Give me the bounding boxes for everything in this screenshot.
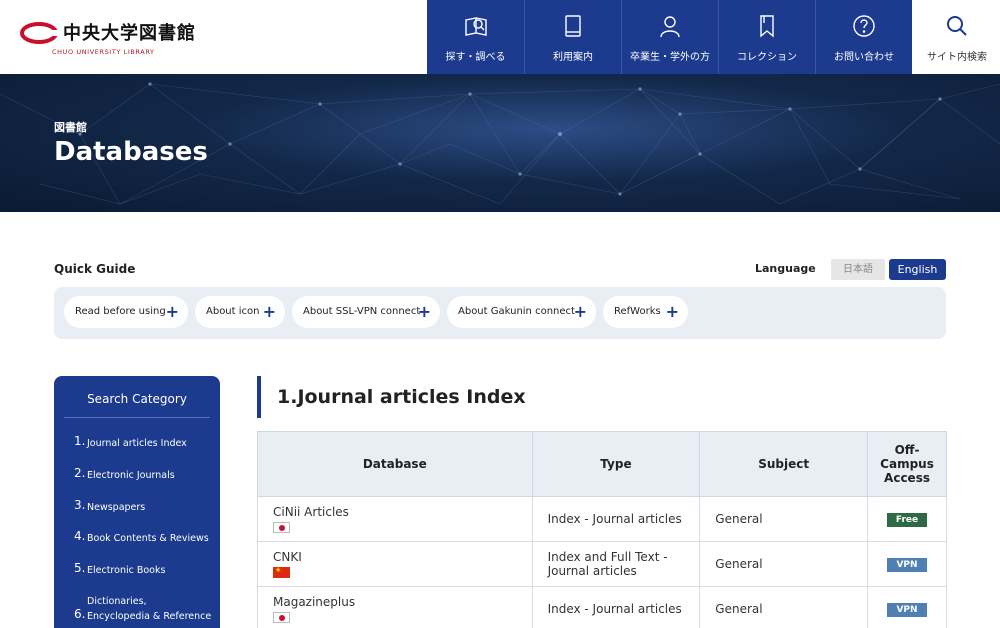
library-logo[interactable]: 中央大学図書館 CHUO UNIVERSITY LIBRARY	[20, 17, 220, 57]
logo-mark-icon	[20, 22, 58, 44]
quick-guide-gakunin[interactable]: About Gakunin connect +	[447, 296, 596, 328]
nav-user-guide[interactable]: 利用案内	[524, 0, 621, 74]
database-link[interactable]: CNKI	[273, 550, 302, 564]
quick-guide-ssl-vpn[interactable]: About SSL-VPN connect +	[292, 296, 440, 328]
plus-icon: +	[573, 302, 587, 321]
book-icon	[565, 15, 581, 37]
table-row: Magazineplus Index - Journal articles Ge…	[257, 586, 947, 628]
access-cell: VPN	[867, 586, 947, 628]
section-accent-bar	[257, 376, 261, 418]
database-cell: Magazineplus	[257, 586, 533, 628]
type-cell: Index and Full Text - Journal articles	[531, 541, 701, 587]
table-header-row: Database Type Subject Off-Campus Access	[257, 431, 947, 497]
breadcrumb-parent: 図書館	[54, 121, 87, 134]
question-icon	[853, 15, 875, 37]
sidebar-item-label: Dictionaries, Encyclopedia & Reference	[87, 596, 212, 622]
column-header-database: Database	[257, 431, 533, 497]
sidebar-item-number: 6.	[74, 607, 86, 621]
subject-cell: General	[699, 496, 869, 542]
sidebar-item-label: Book Contents & Reviews	[87, 533, 209, 544]
sidebar-item-number: 3.	[74, 498, 86, 512]
quick-guide-about-icon[interactable]: About icon +	[195, 296, 285, 328]
search-book-icon	[464, 17, 487, 36]
subject-cell: General	[699, 541, 869, 587]
nav-alumni-visitors[interactable]: 卒業生・学外の方	[621, 0, 718, 74]
japan-flag-icon	[273, 522, 290, 533]
sidebar-divider	[64, 417, 210, 418]
database-link[interactable]: Magazineplus	[273, 595, 355, 609]
type-cell: Index - Journal articles	[531, 586, 701, 628]
nav-label: 卒業生・学外の方	[630, 52, 710, 63]
nav-search-research[interactable]: 探す・調べる	[427, 0, 524, 74]
database-table: Database Type Subject Off-Campus Access …	[257, 431, 947, 628]
access-badge: VPN	[887, 603, 928, 617]
type-cell: Index - Journal articles	[531, 496, 701, 542]
site-search-button[interactable]: サイト内検索	[914, 0, 1000, 74]
language-english-button[interactable]: English	[889, 259, 946, 280]
plus-icon: +	[262, 302, 276, 321]
quick-guide-panel: Read before using + About icon + About SSL…	[54, 287, 946, 339]
column-header-type: Type	[531, 431, 701, 497]
pill-label: About Gakunin connect	[458, 306, 575, 317]
access-badge: Free	[887, 513, 928, 527]
site-search-label: サイト内検索	[927, 52, 987, 63]
sidebar-title: Search Category	[87, 392, 187, 406]
section-title: 1.Journal articles Index	[277, 386, 526, 408]
database-cell: CNKI ★	[257, 541, 533, 587]
nav-label: 利用案内	[553, 52, 593, 63]
column-header-off-campus-access: Off-Campus Access	[867, 431, 947, 497]
column-header-subject: Subject	[699, 431, 869, 497]
site-header: 中央大学図書館 CHUO UNIVERSITY LIBRARY 探す・調べる 利…	[0, 0, 1000, 74]
quick-guide-refworks[interactable]: RefWorks +	[603, 296, 688, 328]
nav-label: お問い合わせ	[834, 52, 894, 63]
sidebar-item-label: Electronic Books	[87, 565, 166, 576]
bookmark-icon	[760, 15, 774, 38]
pill-label: About icon	[206, 306, 260, 317]
pill-label: About SSL-VPN connect	[303, 306, 421, 317]
global-nav: 探す・調べる 利用案内 卒業生・学外の方 コレクション お問い合わせ	[427, 0, 912, 74]
sidebar-item-label: Journal articles Index	[87, 438, 187, 449]
access-cell: VPN	[867, 541, 947, 587]
subject-cell: General	[699, 586, 869, 628]
magnifier-icon	[947, 16, 967, 36]
pill-label: Read before using	[75, 306, 166, 317]
plus-icon: +	[665, 302, 679, 321]
quick-guide-title: Quick Guide	[54, 262, 136, 276]
nav-collection[interactable]: コレクション	[718, 0, 815, 74]
language-label: Language	[755, 262, 816, 275]
quick-guide-read-before-using[interactable]: Read before using +	[64, 296, 188, 328]
sidebar-item-label: Newspapers	[87, 502, 146, 513]
sidebar-item-number: 1.	[74, 434, 86, 448]
sidebar-item-number: 4.	[74, 529, 86, 543]
plus-icon: +	[165, 302, 179, 321]
search-category-sidebar: Search Category 1. Journal articles Inde…	[54, 376, 220, 628]
table-row: CNKI ★ Index and Full Text - Journal art…	[257, 541, 947, 587]
access-badge: VPN	[887, 558, 928, 572]
person-icon	[660, 16, 680, 38]
pill-label: RefWorks	[614, 306, 661, 317]
china-flag-icon: ★	[273, 566, 290, 578]
japan-flag-icon	[273, 612, 290, 623]
sidebar-item-label: Electronic Journals	[87, 470, 175, 481]
nav-label: コレクション	[737, 52, 797, 63]
sidebar-item-number: 2.	[74, 466, 86, 480]
access-cell: Free	[867, 496, 947, 542]
language-japanese-button[interactable]: 日本語	[831, 259, 885, 280]
table-row: CiNii Articles Index - Journal articles …	[257, 496, 947, 542]
logo-japanese-text: 中央大学図書館	[63, 23, 196, 44]
plus-icon: +	[417, 302, 431, 321]
database-link[interactable]: CiNii Articles	[273, 505, 349, 519]
logo-english-text: CHUO UNIVERSITY LIBRARY	[52, 48, 155, 56]
page-hero-banner: 図書館 Databases	[0, 74, 1000, 212]
page-title: Databases	[54, 137, 208, 167]
sidebar-item-number: 5.	[74, 561, 86, 575]
nav-contact[interactable]: お問い合わせ	[815, 0, 912, 74]
database-cell: CiNii Articles	[257, 496, 533, 542]
nav-label: 探す・調べる	[445, 52, 506, 63]
